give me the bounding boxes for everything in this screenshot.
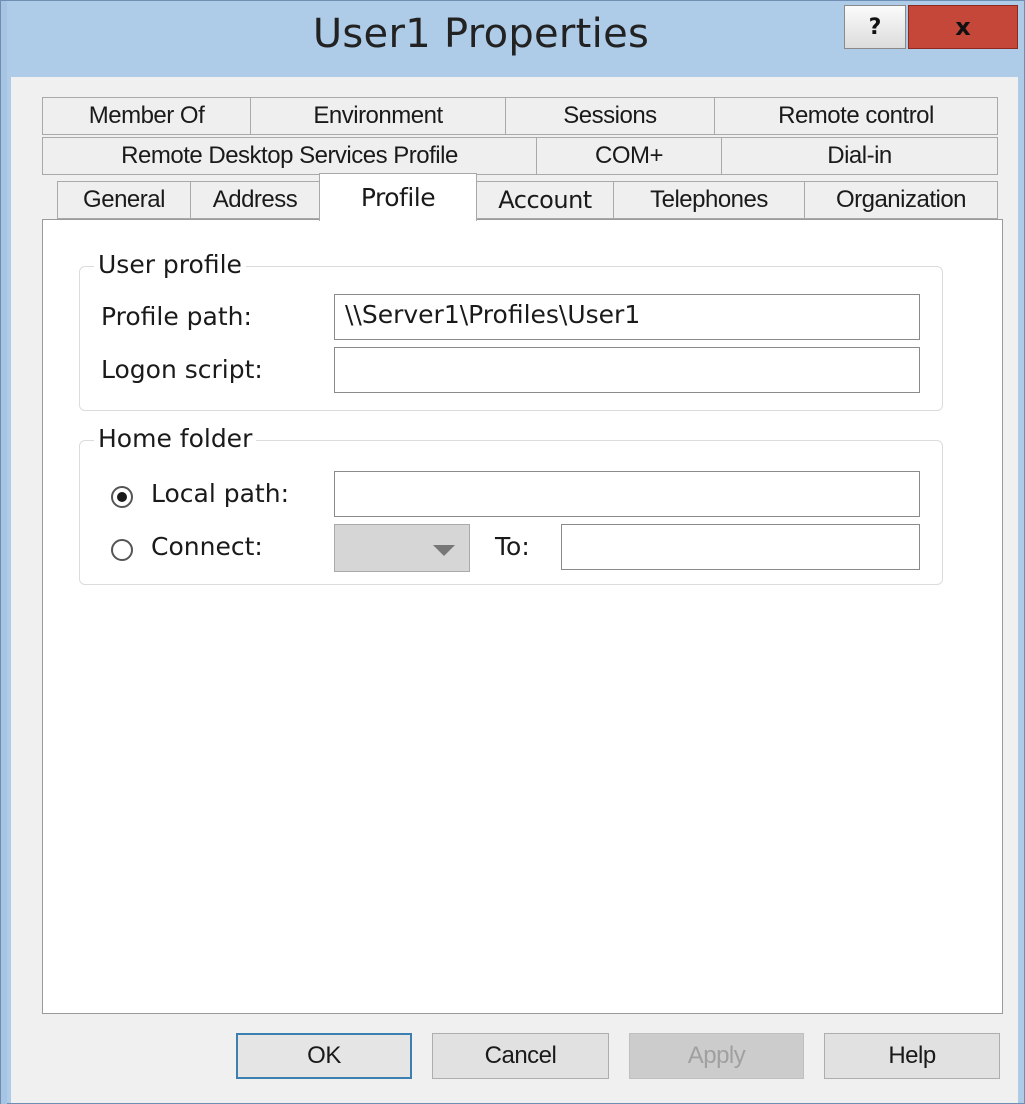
tab-com-plus[interactable]: COM+ [536, 137, 722, 175]
to-label: To: [495, 532, 530, 561]
ok-button[interactable]: OK [236, 1033, 412, 1079]
apply-button[interactable]: Apply [629, 1033, 804, 1079]
tab-dial-in[interactable]: Dial-in [721, 137, 998, 175]
dropdown-arrow-icon [433, 545, 455, 556]
tab-profile[interactable]: Profile [319, 173, 477, 221]
profile-path-input[interactable]: \\Server1\Profiles\User1 [334, 294, 920, 340]
local-path-label: Local path: [151, 479, 290, 508]
tab-telephones[interactable]: Telephones [613, 181, 805, 219]
profile-tab-panel: User profile Profile path: \\Server1\Pro… [42, 219, 1003, 1014]
tab-account[interactable]: Account [476, 181, 614, 219]
logon-script-input[interactable] [334, 347, 920, 393]
window-title: User1 Properties [312, 11, 650, 57]
dialog-window: User1 Properties ? x Member Of Environme… [0, 0, 1025, 1104]
tab-organization[interactable]: Organization [804, 181, 998, 219]
user-profile-legend: User profile [94, 250, 246, 279]
cancel-button[interactable]: Cancel [432, 1033, 609, 1079]
profile-path-label: Profile path: [101, 302, 252, 331]
connect-radio[interactable] [111, 539, 133, 561]
tab-sessions[interactable]: Sessions [505, 97, 715, 135]
tab-general[interactable]: General [57, 181, 191, 219]
tab-remote-control[interactable]: Remote control [714, 97, 998, 135]
connect-label: Connect: [151, 532, 263, 561]
close-icon: x [955, 13, 971, 41]
home-folder-legend: Home folder [94, 424, 257, 453]
tab-remote-desktop-services-profile[interactable]: Remote Desktop Services Profile [42, 137, 537, 175]
local-path-radio[interactable] [111, 486, 133, 508]
logon-script-label: Logon script: [101, 355, 263, 384]
drive-letter-dropdown[interactable] [334, 524, 470, 572]
local-path-input[interactable] [334, 471, 920, 517]
tab-address[interactable]: Address [190, 181, 320, 219]
question-mark-icon: ? [868, 14, 882, 40]
title-help-button[interactable]: ? [844, 5, 906, 49]
tab-member-of[interactable]: Member Of [42, 97, 251, 135]
tab-environment[interactable]: Environment [250, 97, 506, 135]
title-close-button[interactable]: x [908, 5, 1018, 49]
connect-to-input[interactable] [561, 524, 920, 570]
window-edge [1, 1, 7, 1104]
radio-selected-dot [117, 492, 127, 502]
help-button[interactable]: Help [824, 1033, 1000, 1079]
